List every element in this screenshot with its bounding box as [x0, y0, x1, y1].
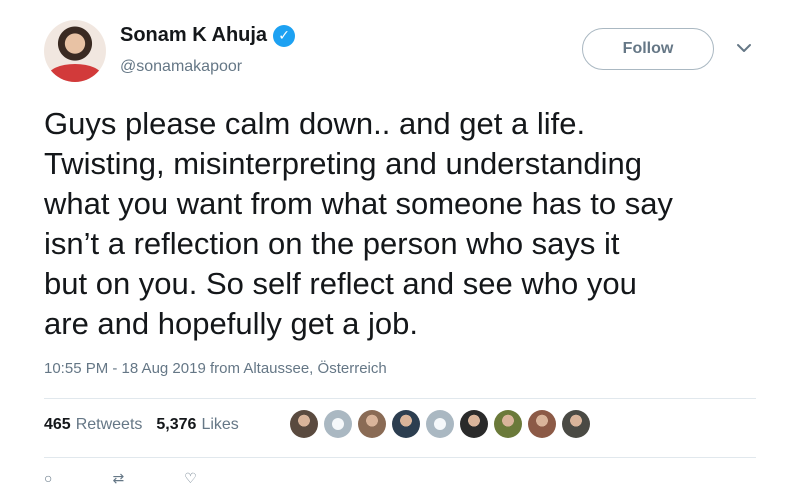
timestamp[interactable]: 10:55 PM - 18 Aug 2019 — [44, 360, 206, 377]
liker-avatar[interactable] — [358, 410, 386, 438]
name-row: Sonam K Ahuja ✓ — [120, 24, 296, 47]
retweets-label[interactable]: Retweets — [76, 416, 143, 434]
tweet-stats: 465 Retweets 5,376 Likes — [44, 416, 239, 434]
tweet-text: Guys please calm down.. and get a life. … — [44, 104, 764, 344]
reply-icon[interactable]: ○ — [44, 470, 52, 487]
chevron-down-icon[interactable] — [732, 36, 756, 60]
verified-badge-icon: ✓ — [273, 24, 296, 47]
liker-avatar[interactable] — [494, 410, 522, 438]
retweet-icon[interactable]: ⇄ — [112, 470, 124, 487]
liker-avatar[interactable] — [528, 410, 556, 438]
likes-count[interactable]: 5,376 — [156, 416, 196, 434]
likes-label[interactable]: Likes — [201, 416, 238, 434]
avatar-shoulder — [48, 64, 102, 82]
tweet-line: Twisting, misinterpreting and understand… — [44, 146, 642, 181]
tweet-meta: 10:55 PM - 18 Aug 2019 from Altaussee, Ö… — [44, 360, 387, 377]
liker-avatar[interactable] — [392, 410, 420, 438]
avatar[interactable] — [44, 20, 106, 82]
divider — [44, 457, 756, 458]
tweet-line: Guys please calm down.. and get a life. — [44, 106, 586, 141]
like-icon[interactable]: ♡ — [184, 470, 197, 487]
user-handle[interactable]: @sonamakapoor — [120, 58, 242, 76]
tweet-actions: ○ ⇄ ♡ — [44, 470, 197, 487]
liker-avatar[interactable] — [426, 410, 454, 438]
display-name[interactable]: Sonam K Ahuja — [120, 24, 267, 47]
liker-avatar[interactable] — [324, 410, 352, 438]
tweet-line: are and hopefully get a job. — [44, 306, 418, 341]
liker-avatar[interactable] — [460, 410, 488, 438]
liker-avatar[interactable] — [562, 410, 590, 438]
location-link[interactable]: Altaussee, Österreich — [243, 360, 386, 377]
follow-button[interactable]: Follow — [582, 28, 714, 70]
tweet-line: isn’t a reflection on the person who say… — [44, 226, 620, 261]
tweet-line: but on you. So self reflect and see who … — [44, 266, 637, 301]
tweet-line: what you want from what someone has to s… — [44, 186, 673, 221]
likers-avatars — [290, 410, 590, 438]
divider — [44, 398, 756, 399]
from-label: from — [209, 360, 240, 377]
liker-avatar[interactable] — [290, 410, 318, 438]
retweets-count[interactable]: 465 — [44, 416, 71, 434]
